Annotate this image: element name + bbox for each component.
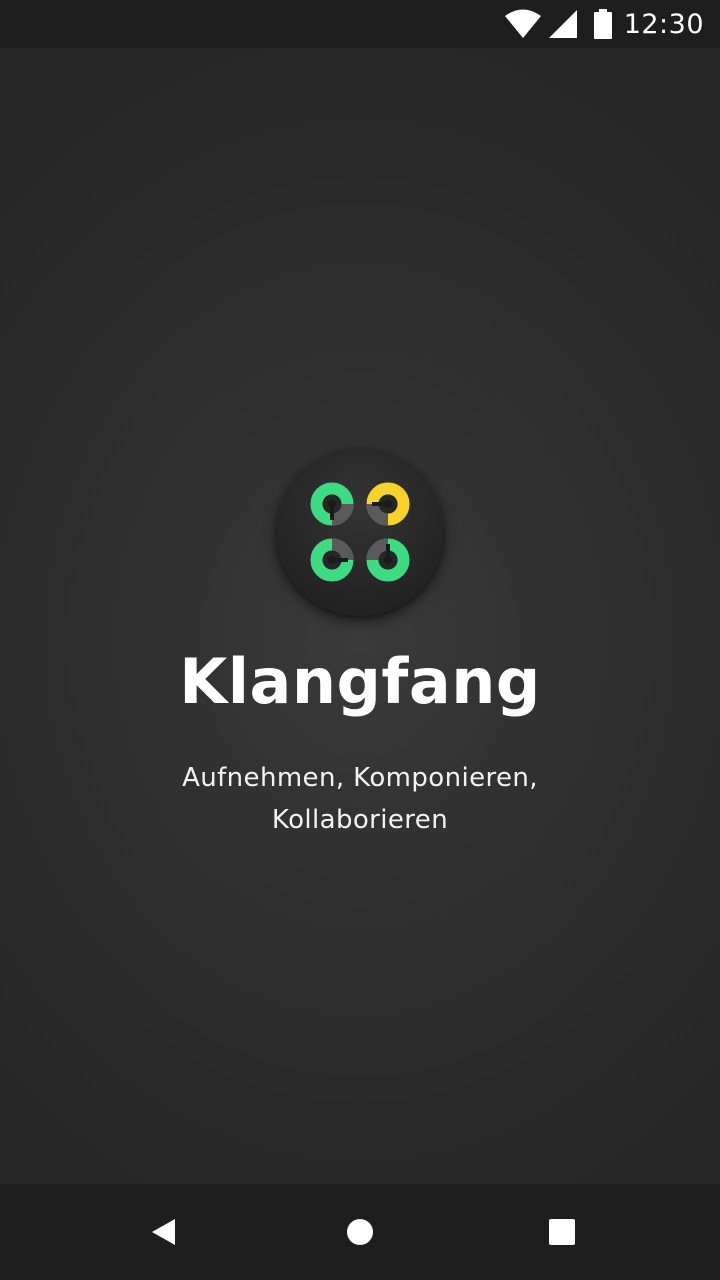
klangfang-logo-icon bbox=[310, 482, 410, 582]
navigation-bar bbox=[0, 1184, 720, 1280]
home-button[interactable] bbox=[332, 1204, 388, 1260]
app-title: Klangfang bbox=[179, 645, 541, 718]
tagline-line-1: Aufnehmen, Komponieren, bbox=[182, 763, 538, 793]
signal-icon bbox=[548, 9, 578, 39]
wifi-icon bbox=[504, 9, 542, 39]
logo-ring-top-left bbox=[310, 482, 354, 526]
tagline-line-2: Kollaborieren bbox=[271, 805, 449, 835]
status-icons: 12:30 bbox=[504, 0, 704, 48]
splash-screen: 12:30 Klangfang Aufnehmen, Komponieren, … bbox=[0, 0, 720, 1280]
logo-ring-bottom-right bbox=[366, 538, 410, 582]
back-button[interactable] bbox=[136, 1204, 192, 1260]
clock: 12:30 bbox=[623, 8, 704, 40]
app-logo bbox=[276, 448, 444, 616]
home-icon bbox=[347, 1219, 373, 1245]
back-icon bbox=[152, 1219, 175, 1245]
logo-ring-top-right bbox=[366, 482, 410, 526]
app-tagline: Aufnehmen, Komponieren, Kollaborieren bbox=[0, 757, 720, 841]
battery-icon bbox=[593, 9, 612, 39]
logo-ring-bottom-left bbox=[310, 538, 354, 582]
recents-icon bbox=[549, 1219, 575, 1245]
status-bar: 12:30 bbox=[0, 0, 720, 48]
recents-button[interactable] bbox=[534, 1204, 590, 1260]
